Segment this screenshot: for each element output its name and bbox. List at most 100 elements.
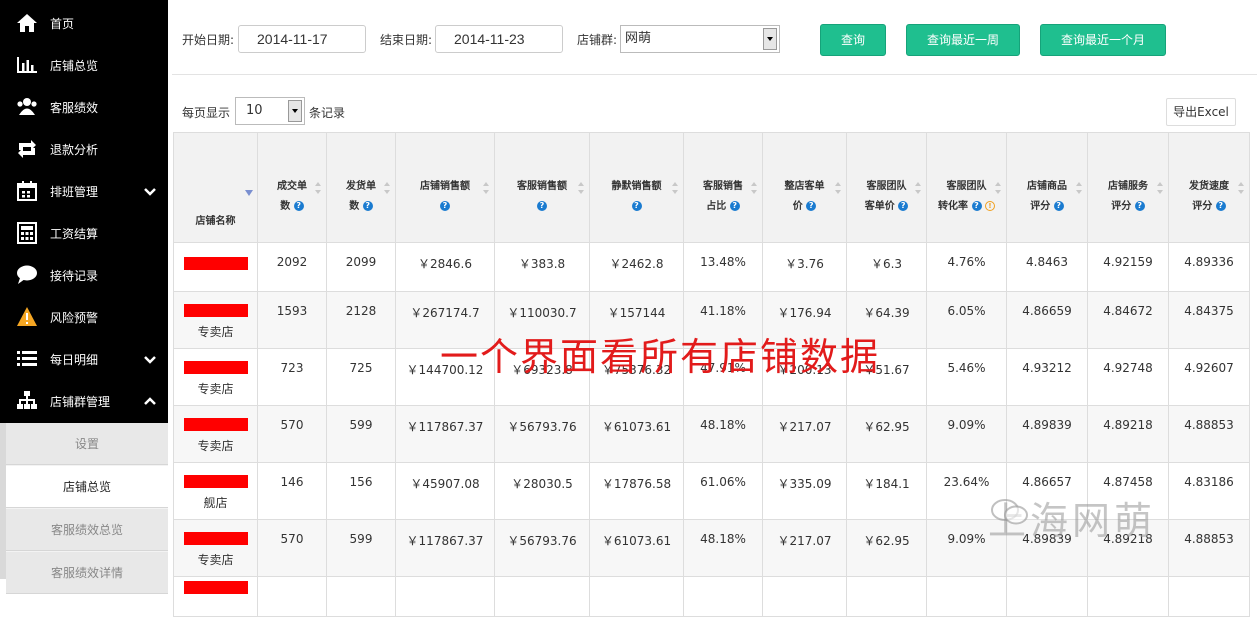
column-header-10[interactable]: 客服团队 转化率 ? ! (927, 132, 1007, 243)
page-size-arrow-icon[interactable] (288, 100, 302, 122)
query-last-month-button[interactable]: 查询最近一个月 (1040, 24, 1166, 56)
column-header-label-2: 评分 (1192, 200, 1213, 212)
sidebar-item-label: 每日明细 (50, 352, 99, 367)
column-header-1[interactable]: 店铺名称 (173, 132, 258, 243)
table-cell-partial (927, 577, 1007, 617)
start-date-label: 开始日期: (182, 33, 235, 47)
help-icon[interactable]: ? (293, 200, 304, 211)
start-date-input[interactable]: 2014-11-17 (238, 25, 366, 53)
store-group-select[interactable]: 网萌 (620, 25, 780, 53)
end-date-label: 结束日期: (380, 33, 433, 47)
table-cell: 4.89839 (1007, 406, 1088, 463)
sort-icon[interactable] (914, 181, 922, 195)
column-header-label: 店铺商品 (1027, 180, 1067, 192)
subnav-item-4[interactable]: 客服绩效详情 (6, 552, 168, 594)
table-cell: 4.76% (927, 243, 1007, 292)
sidebar-item-9[interactable]: 每日明细 (0, 338, 168, 380)
redaction-mark (183, 257, 248, 270)
column-header-label: 客服团队 (866, 180, 907, 192)
column-header-5[interactable]: 客服销售额? (495, 132, 590, 243)
table-cell: ￥56793.76 (495, 520, 590, 577)
chevron-up-icon[interactable] (142, 393, 158, 409)
sort-icon[interactable] (834, 181, 842, 195)
redaction-mark (183, 304, 248, 317)
table-cell: ￥217.07 (763, 520, 847, 577)
table-cell: ￥61073.61 (590, 406, 684, 463)
sort-icon[interactable] (577, 181, 585, 195)
sort-icon[interactable] (1237, 181, 1245, 195)
query-last-week-button[interactable]: 查询最近一周 (906, 24, 1020, 56)
sort-icon[interactable] (1156, 181, 1164, 195)
table-cell-partial (495, 577, 590, 617)
column-header-label-2: 转化率 (938, 200, 969, 212)
table-cell: 4.93212 (1007, 349, 1088, 406)
help-icon[interactable]: ? (537, 200, 547, 211)
table-cell: 4.83186 (1169, 463, 1250, 520)
column-header-11[interactable]: 店铺商品 评分 ? (1007, 132, 1088, 243)
bar-chart-icon (14, 54, 40, 76)
help-icon[interactable]: ? (631, 200, 642, 211)
sort-icon[interactable] (750, 181, 758, 195)
sidebar-item-1[interactable]: 首页 (0, 2, 168, 44)
sidebar-item-label: 排班管理 (50, 184, 99, 199)
sidebar-item-7[interactable]: 接待记录 (0, 254, 168, 296)
info-warning-icon[interactable]: ! (984, 200, 995, 211)
column-header-9[interactable]: 客服团队 客单价 ? (847, 132, 927, 243)
help-icon[interactable]: ? (1053, 200, 1064, 211)
home-icon (14, 12, 40, 34)
sidebar-item-10[interactable]: 店铺群管理 (0, 380, 168, 422)
help-icon[interactable]: ? (898, 200, 909, 211)
sort-icon[interactable] (314, 181, 322, 195)
sort-icon[interactable] (1075, 181, 1083, 195)
table-cell: ￥45907.08 (396, 463, 495, 520)
column-header-13[interactable]: 发货速度评分 ? (1169, 132, 1250, 243)
help-icon[interactable]: ? (729, 200, 740, 211)
table-cell-partial (1088, 577, 1169, 617)
sidebar-item-5[interactable]: 排班管理 (0, 170, 168, 212)
column-header-2[interactable]: 成交单数 ? (258, 132, 327, 243)
sort-desc-icon[interactable] (245, 185, 253, 199)
sort-icon[interactable] (994, 181, 1002, 195)
sidebar-item-4[interactable]: 退款分析 (0, 128, 168, 170)
sidebar-item-6[interactable]: 工资结算 (0, 212, 168, 254)
help-icon[interactable]: ? (806, 200, 817, 211)
subnav-item-1[interactable]: 设置 (6, 423, 168, 465)
column-header-4[interactable]: 店铺销售额? (396, 132, 495, 243)
sort-icon[interactable] (671, 181, 679, 195)
column-header-6[interactable]: 静默销售额? (590, 132, 684, 243)
help-icon[interactable]: ? (971, 200, 982, 211)
help-icon[interactable]: ? (440, 200, 450, 211)
column-header-label: 成交单 (277, 180, 307, 192)
column-header-12[interactable]: 店铺服务 评分 ? (1088, 132, 1169, 243)
column-header-label: 店铺服务 (1108, 180, 1148, 192)
redaction-mark (183, 361, 248, 374)
sort-icon[interactable] (482, 181, 490, 195)
sidebar-item-label: 风险预警 (50, 310, 99, 325)
end-date-input[interactable]: 2014-11-23 (435, 25, 563, 53)
column-header-7[interactable]: 客服销售 占比 ? (684, 132, 763, 243)
help-icon[interactable]: ? (1215, 200, 1226, 211)
sitemap-icon (14, 390, 40, 412)
select-arrow-icon[interactable] (763, 28, 777, 50)
chevron-down-icon[interactable] (142, 183, 158, 199)
column-header-3[interactable]: 发货单数 ? (327, 132, 396, 243)
table-cell: 2099 (327, 243, 396, 292)
table-cell: 4.86659 (1007, 292, 1088, 349)
sidebar-item-2[interactable]: 店铺总览 (0, 44, 168, 86)
help-icon[interactable]: ? (1134, 200, 1145, 211)
sidebar-item-3[interactable]: 客服绩效 (0, 86, 168, 128)
export-excel-button[interactable]: 导出Excel (1166, 98, 1236, 126)
page-size-select[interactable]: 10 (235, 97, 305, 125)
subnav-item-2[interactable]: 店铺总览 (6, 466, 168, 508)
chevron-down-icon[interactable] (142, 351, 158, 367)
subnav-item-3[interactable]: 客服绩效总览 (6, 509, 168, 551)
query-button[interactable]: 查询 (820, 24, 886, 56)
column-header-8[interactable]: 整店客单价 ? (763, 132, 847, 243)
sort-icon[interactable] (383, 181, 391, 195)
table-cell: 13.48% (684, 243, 763, 292)
sidebar-item-8[interactable]: 风险预警 (0, 296, 168, 338)
help-icon[interactable]: ? (362, 200, 373, 211)
table-cell: 156 (327, 463, 396, 520)
table-cell: 4.84672 (1088, 292, 1169, 349)
column-header-label: 发货速度 (1189, 180, 1229, 192)
